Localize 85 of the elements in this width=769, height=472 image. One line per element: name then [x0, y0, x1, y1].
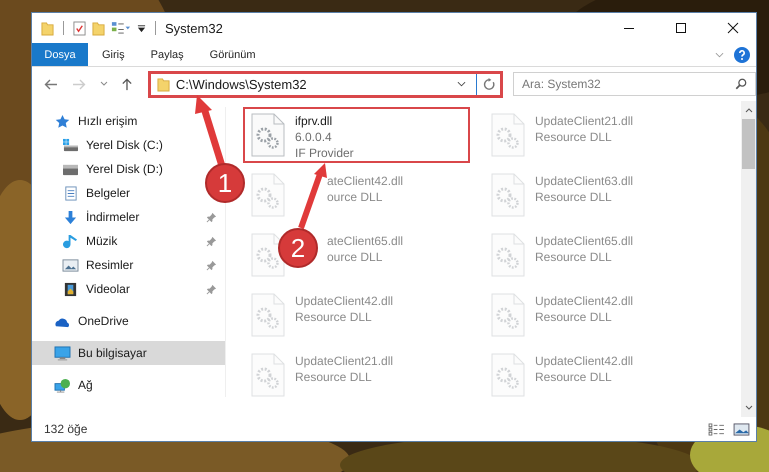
file-name: UpdateClient42.dll: [535, 293, 634, 309]
file-menu-button[interactable]: Dosya: [32, 43, 88, 66]
scroll-up-icon[interactable]: [744, 107, 752, 113]
sidebar-item[interactable]: İndirmeler: [32, 205, 225, 229]
callout-arrow: [298, 163, 327, 229]
file-detail: Resource DLL: [535, 369, 613, 385]
file-name: ateClient42.dll: [327, 173, 404, 189]
pin-icon[interactable]: [206, 212, 217, 222]
file-detail: IF Provider: [295, 145, 354, 161]
file-detail: Resource DLL: [295, 369, 373, 385]
search-field[interactable]: Ara: System32: [513, 72, 756, 96]
dll-file-icon: [251, 353, 285, 397]
sidebar-item[interactable]: Videolar: [32, 277, 225, 301]
address-bar[interactable]: C:\Windows\System32: [148, 70, 504, 98]
sidebar-item[interactable]: OneDrive: [32, 309, 137, 333]
file-detail: Resource DLL: [295, 309, 373, 325]
sidebar-item[interactable]: Bu bilgisayar: [32, 341, 225, 365]
sidebar-item[interactable]: Hızlı erişim: [32, 109, 146, 133]
customize-caret-icon[interactable]: [137, 24, 146, 32]
pin-icon[interactable]: [206, 236, 217, 246]
item-count: 132 öğe: [44, 422, 88, 436]
dll-file-icon: [491, 233, 525, 277]
back-arrow-icon[interactable]: [44, 78, 58, 90]
ribbon-tab[interactable]: Paylaş: [138, 43, 197, 66]
sidebar-item[interactable]: Yerel Disk (D:): [32, 157, 171, 181]
music-icon: [62, 234, 79, 248]
pin-icon[interactable]: [206, 284, 217, 294]
folder-icon: [156, 76, 170, 92]
properties-icon[interactable]: [73, 20, 86, 36]
file-detail: 6.0.0.4: [295, 129, 333, 145]
dll-file-icon: [251, 293, 285, 337]
dropdown-caret-icon[interactable]: [457, 81, 466, 87]
sidebar-item[interactable]: Müzik: [32, 229, 225, 253]
file-detail: Resource DLL: [535, 309, 613, 325]
large-icons-view-icon[interactable]: [733, 422, 750, 436]
expand-ribbon-icon[interactable]: [715, 52, 724, 58]
file-detail: Resource DLL: [535, 129, 613, 145]
ribbon-tab[interactable]: Görünüm: [196, 43, 268, 66]
dll-file-icon: [251, 173, 285, 217]
sidebar-item[interactable]: Resimler: [32, 253, 225, 277]
file-name: UpdateClient63.dll: [535, 173, 634, 189]
file-name: UpdateClient21.dll: [295, 353, 394, 369]
pin-icon[interactable]: [206, 260, 217, 270]
network-icon: [54, 378, 71, 392]
quick-access-icon: [54, 114, 71, 128]
scrollbar-thumb[interactable]: [742, 119, 755, 169]
dll-file-icon: [251, 233, 285, 277]
file-detail: ource DLL: [327, 189, 384, 205]
dll-file-icon: [491, 113, 525, 157]
maximize-icon: [675, 22, 687, 34]
sidebar-item[interactable]: Belgeler: [32, 181, 138, 205]
view-list-icon[interactable]: [111, 20, 131, 36]
file-name: UpdateClient42.dll: [295, 293, 394, 309]
system-drive-icon: [62, 138, 79, 152]
refresh-icon[interactable]: [483, 78, 496, 90]
file-name: UpdateClient21.dll: [535, 113, 634, 129]
file-name: ateClient65.dll: [327, 233, 404, 249]
address-path: C:\Windows\System32: [176, 76, 307, 92]
ribbon-tab[interactable]: Giriş: [89, 43, 138, 66]
file-detail: Resource DLL: [535, 189, 613, 205]
downloads-icon: [62, 210, 79, 224]
search-icon: [735, 78, 748, 90]
details-view-icon[interactable]: [708, 422, 725, 436]
scrollbar[interactable]: [741, 101, 756, 417]
file-name: UpdateClient42.dll: [535, 353, 634, 369]
dll-file-icon: [251, 113, 285, 157]
window-title: System32: [165, 20, 223, 36]
file-item[interactable]: ifprv.dll 6.0.0.4 IF Provider: [243, 107, 470, 163]
file-name: UpdateClient65.dll: [535, 233, 634, 249]
file-name: ifprv.dll: [295, 113, 334, 129]
recent-caret-icon[interactable]: [100, 81, 108, 87]
dll-file-icon: [491, 353, 525, 397]
dll-file-icon: [491, 293, 525, 337]
sidebar-item[interactable]: Yerel Disk (C:): [32, 133, 171, 157]
file-detail: ource DLL: [327, 249, 384, 265]
pictures-icon: [62, 258, 79, 272]
close-icon: [727, 22, 739, 34]
help-icon[interactable]: [734, 46, 750, 62]
dll-file-icon: [491, 173, 525, 217]
sidebar-item[interactable]: Ağ: [32, 373, 101, 397]
videos-icon: [62, 282, 79, 296]
up-arrow-icon[interactable]: [120, 78, 134, 90]
scroll-down-icon[interactable]: [744, 405, 752, 411]
file-detail: Resource DLL: [535, 249, 613, 265]
computer-icon: [54, 346, 71, 360]
